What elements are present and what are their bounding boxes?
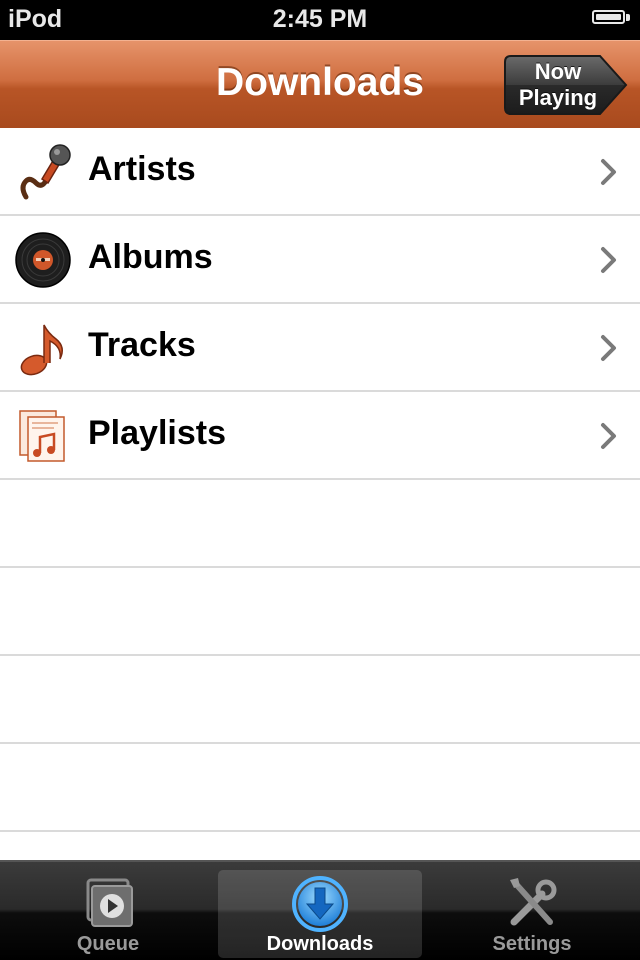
list-item-albums[interactable]: Albums	[0, 216, 640, 304]
list-item-label: Tracks	[88, 326, 196, 364]
tab-label: Settings	[492, 933, 572, 955]
navigation-bar: Downloads Now Playing	[0, 40, 640, 128]
download-arrow-icon	[292, 876, 348, 932]
tab-bar: Queue Downloads Settings	[0, 860, 640, 960]
list-item-playlists[interactable]: Playlists	[0, 392, 640, 480]
list-item-artists[interactable]: Artists	[0, 128, 640, 216]
chevron-right-icon	[601, 335, 616, 361]
chevron-right-icon	[601, 423, 616, 449]
vinyl-record-icon	[15, 232, 71, 288]
downloads-list: Artists Albums Tracks Playlists	[0, 128, 640, 860]
tab-settings[interactable]: Settings	[430, 870, 634, 958]
battery-icon	[592, 10, 632, 28]
tab-label: Downloads	[266, 933, 374, 955]
now-playing-label-line1: Now	[534, 59, 582, 84]
chevron-right-icon	[601, 159, 616, 185]
music-note-icon	[20, 324, 63, 376]
list-item-label: Artists	[88, 150, 196, 188]
chevron-right-icon	[601, 247, 616, 273]
tab-queue[interactable]: Queue	[6, 870, 210, 958]
playlist-document-icon	[19, 410, 65, 462]
tools-wrench-screwdriver-icon	[510, 878, 557, 926]
now-playing-label-line2: Playing	[518, 85, 598, 110]
tab-label: Queue	[76, 933, 140, 955]
microphone-icon	[20, 144, 71, 200]
tab-downloads[interactable]: Downloads	[218, 870, 422, 958]
now-playing-button[interactable]: Now Playing	[504, 55, 628, 115]
status-bar: iPod 2:45 PM	[0, 0, 640, 40]
list-item-label: Playlists	[88, 414, 226, 452]
list-item-tracks[interactable]: Tracks	[0, 304, 640, 392]
list-item-label: Albums	[88, 238, 213, 276]
queue-video-icon	[86, 878, 133, 927]
clock-time: 2:45 PM	[272, 5, 368, 33]
